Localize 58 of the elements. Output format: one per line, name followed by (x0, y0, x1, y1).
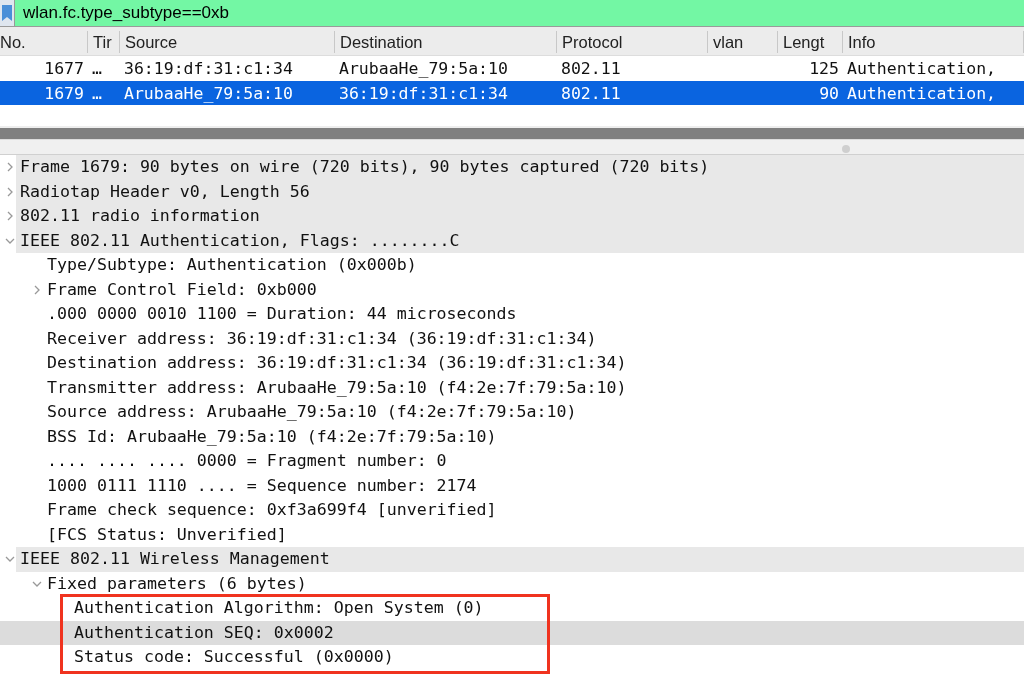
tree-row[interactable]: Receiver address: 36:19:df:31:c1:34 (36:19:df:31:c1:34) (0, 326, 1024, 351)
horizontal-scrollbar[interactable] (0, 128, 1024, 139)
tree-item-text: Transmitter address: ArubaaHe_79:5a:10 (f4:2e:7f:79:5a:10) (46, 376, 627, 399)
table-cell: 36:19:df:31:c1:34 (124, 58, 293, 78)
tree-item-text: Type/Subtype: Authentication (0x000b) (46, 254, 417, 276)
table-cell: 36:19:df:31:c1:34 (339, 83, 508, 103)
table-cell: ArubaaHe_79:5a:10 (124, 83, 293, 103)
tree-item-text: Frame check sequence: 0xf3a699f4 [unverified] (46, 499, 497, 521)
table-cell: 1679 (44, 83, 84, 103)
tree-row[interactable]: Frame check sequence: 0xf3a699f4 [unverified] (0, 498, 1024, 523)
packet-row[interactable]: 1679 … ArubaaHe_79:5a:10 36:19:df:31:c1:34 802.11 90 Authentication, (0, 81, 1024, 106)
table-cell: ArubaaHe_79:5a:10 (339, 58, 508, 78)
tree-row[interactable]: .... .... .... 0000 = Fragment number: 0 (0, 449, 1024, 474)
tree-item-text: Receiver address: 36:19:df:31:c1:34 (36:19:df:31:c1:34) (46, 327, 597, 350)
tree-item-text: 1000 0111 1110 .... = Sequence number: 2174 (46, 474, 477, 497)
tree-row[interactable]: BSS Id: ArubaaHe_79:5a:10 (f4:2e:7f:79:5a:10) (0, 424, 1024, 449)
tree-row[interactable]: 1000 0111 1110 .... = Sequence number: 2174 (0, 473, 1024, 498)
tree-item-text: .000 0000 0010 1100 = Duration: 44 microseconds (46, 303, 517, 325)
tree-row[interactable]: [FCS Status: Unverified] (0, 522, 1024, 547)
table-cell: 802.11 (561, 58, 621, 78)
tree-row[interactable]: Source address: ArubaaHe_79:5a:10 (f4:2e:7f:79:5a:10) (0, 400, 1024, 425)
tree-row[interactable]: Destination address: 36:19:df:31:c1:34 (36:19:df:31:c1:34) (0, 351, 1024, 376)
tree-row[interactable]: .000 0000 0010 1100 = Duration: 44 microseconds (0, 302, 1024, 327)
column-header[interactable]: Destination (335, 31, 557, 53)
table-cell: … (92, 83, 102, 103)
tree-item-text: Status code: Successful (0x0000) (73, 646, 394, 668)
column-header[interactable]: vlan (708, 31, 778, 53)
table-cell: 802.11 (561, 83, 621, 103)
table-cell: 1677 (44, 58, 84, 78)
tree-row[interactable]: Status code: Successful (0x0000) (0, 645, 1024, 670)
table-cell: … (92, 58, 102, 78)
tree-item-text: BSS Id: ArubaaHe_79:5a:10 (f4:2e:7f:79:5a:10) (46, 425, 497, 448)
tree-item-text: Frame Control Field: 0xb000 (46, 278, 317, 301)
tree-row[interactable]: Frame Control Field: 0xb000 (0, 277, 1024, 302)
tree-row[interactable]: Type/Subtype: Authentication (0x000b) (0, 253, 1024, 278)
column-header[interactable]: Tir (88, 31, 120, 53)
tree-row[interactable]: Authentication SEQ: 0x0002 (0, 620, 1024, 645)
table-cell: Authentication, (847, 58, 996, 78)
tree-row[interactable]: Fixed parameters (6 bytes) (0, 571, 1024, 596)
column-header[interactable]: Lengt (778, 31, 843, 53)
tree-row[interactable]: Transmitter address: ArubaaHe_79:5a:10 (f4:2e:7f:79:5a:10) (0, 375, 1024, 400)
tree-row[interactable]: Authentication Algorithm: Open System (0) (0, 596, 1024, 621)
tree-item-text: Authentication Algorithm: Open System (0) (73, 597, 484, 619)
tree-item-text: .... .... .... 0000 = Fragment number: 0 (46, 450, 447, 472)
column-header[interactable]: Protocol (557, 31, 708, 53)
column-header[interactable]: Source (120, 31, 335, 53)
bookmark-icon[interactable] (2, 5, 12, 21)
tree-item-text: Fixed parameters (6 bytes) (46, 572, 307, 595)
tree-item-text: Authentication SEQ: 0x0002 (73, 621, 334, 644)
column-header[interactable]: No. (0, 31, 88, 53)
tree-item-text: [FCS Status: Unverified] (46, 523, 287, 546)
table-cell: Authentication, (847, 83, 996, 103)
table-cell: 90 (819, 83, 839, 103)
column-header[interactable]: Info (843, 31, 1024, 53)
table-cell: 125 (809, 58, 839, 78)
tree-item-text: Source address: ArubaaHe_79:5a:10 (f4:2e:7f:79:5a:10) (46, 401, 577, 423)
display-filter-field[interactable]: wlan.fc.type_subtype==0xb (14, 0, 1024, 26)
tree-item-text: Destination address: 36:19:df:31:c1:34 (36:19:df:31:c1:34) (46, 352, 627, 374)
